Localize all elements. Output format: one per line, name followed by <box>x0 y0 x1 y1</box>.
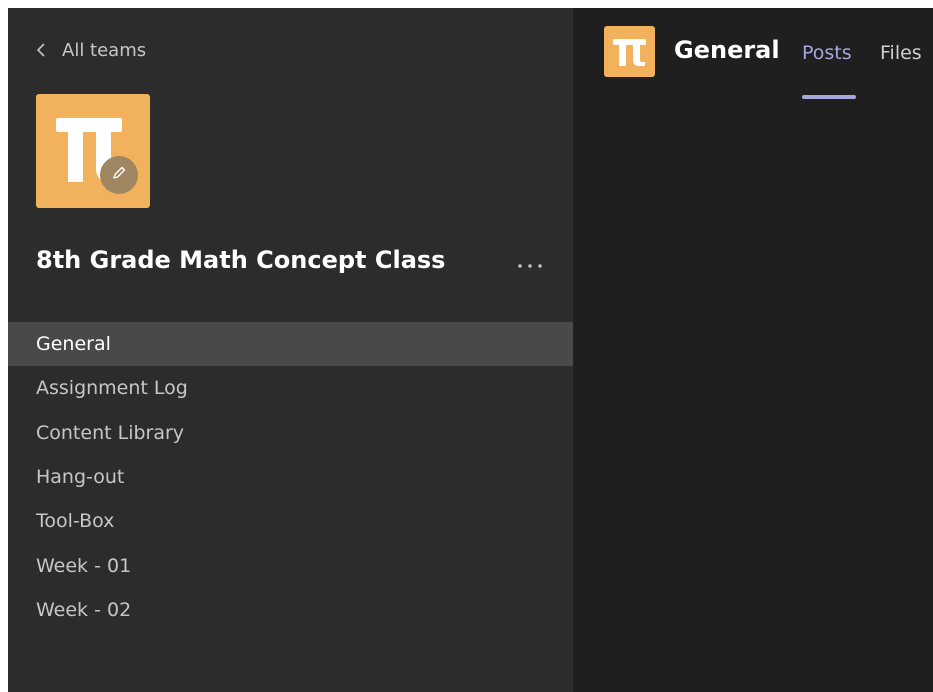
all-teams-label: All teams <box>62 39 147 61</box>
teams-window: All teams 8th Grade Math Concept Class G… <box>8 8 933 692</box>
tab-files[interactable]: Files <box>880 42 922 64</box>
channel-label: Hang-out <box>36 466 125 489</box>
tab-posts[interactable]: Posts <box>802 42 852 64</box>
channel-label: Tool-Box <box>36 510 115 533</box>
channel-week-01[interactable]: Week - 01 <box>8 543 573 587</box>
channel-team-icon <box>604 26 655 77</box>
channel-list: General Assignment Log Content Library H… <box>8 322 573 632</box>
channel-content-library[interactable]: Content Library <box>8 411 573 455</box>
channel-label: Content Library <box>36 421 185 444</box>
channel-label: Week - 02 <box>36 598 132 621</box>
more-options-button[interactable] <box>513 251 547 275</box>
channel-tool-box[interactable]: Tool-Box <box>8 499 573 543</box>
channel-week-02[interactable]: Week - 02 <box>8 588 573 632</box>
channel-label: Assignment Log <box>36 377 188 400</box>
team-name: 8th Grade Math Concept Class <box>36 246 446 274</box>
channel-title: General <box>674 36 780 64</box>
channel-content-area: General Posts Files <box>573 8 933 692</box>
channel-assignment-log[interactable]: Assignment Log <box>8 366 573 410</box>
active-tab-indicator <box>802 95 856 99</box>
team-avatar[interactable] <box>36 94 150 208</box>
edit-avatar-button[interactable] <box>100 156 138 194</box>
team-sidebar: All teams 8th Grade Math Concept Class G… <box>8 8 573 692</box>
all-teams-link[interactable]: All teams <box>36 37 146 63</box>
chevron-left-icon <box>36 43 46 57</box>
channel-general[interactable]: General <box>8 322 573 367</box>
ellipsis-icon <box>517 254 543 273</box>
channel-label: General <box>36 333 111 356</box>
channel-header: General Posts Files <box>573 8 933 99</box>
channel-label: Week - 01 <box>36 554 132 577</box>
channel-hang-out[interactable]: Hang-out <box>8 455 573 499</box>
pencil-icon <box>111 165 127 185</box>
